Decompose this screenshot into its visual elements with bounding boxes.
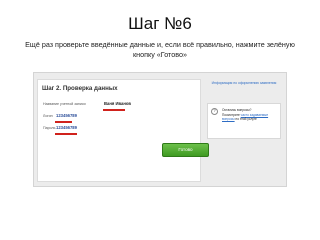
- account-name-value: Ваня Иванов: [104, 101, 132, 106]
- help-question-icon: [211, 108, 218, 115]
- done-button[interactable]: Готово: [162, 143, 209, 157]
- form-panel: Шаг 2. Проверка данных Название учетной …: [37, 79, 201, 182]
- info-panel: Информация по оформлению заявления Остал…: [205, 79, 283, 182]
- slide-subtitle: Ещё раз проверьте введённые данные и, ес…: [25, 40, 295, 59]
- help-box: Остались вопросы? Посмотрите часто задав…: [207, 103, 281, 139]
- form-row-login: Логин 123456789: [38, 113, 200, 123]
- form-row-password: Пароль 123456789: [38, 125, 200, 135]
- login-label: Логин: [43, 114, 53, 118]
- password-value: 123456789: [56, 125, 77, 130]
- embedded-screenshot: Шаг 2. Проверка данных Название учетной …: [33, 72, 287, 187]
- red-underline: [55, 121, 72, 123]
- info-panel-header[interactable]: Информация по оформлению заявления: [205, 81, 283, 85]
- password-label: Пароль: [43, 126, 56, 130]
- red-underline: [55, 133, 77, 135]
- login-value: 123456789: [56, 113, 77, 118]
- help-text: Остались вопросы? Посмотрите часто задав…: [222, 108, 280, 122]
- help-suffix: по этой услуге: [235, 117, 257, 122]
- red-underline: [103, 109, 125, 111]
- step-heading: Шаг 2. Проверка данных: [42, 85, 118, 92]
- form-row-account-name: Название учетной записи Ваня Иванов: [38, 101, 200, 111]
- account-name-label: Название учетной записи: [43, 102, 86, 106]
- help-prefix: Посмотрите: [222, 112, 240, 117]
- slide-title: Шаг №6: [128, 14, 192, 33]
